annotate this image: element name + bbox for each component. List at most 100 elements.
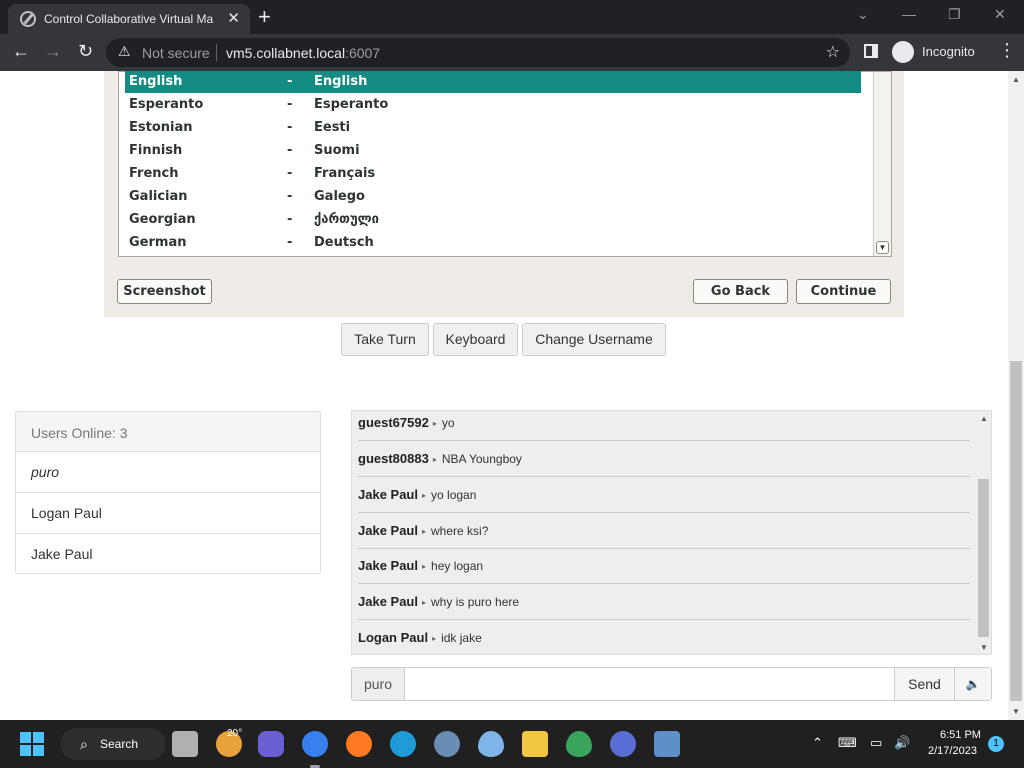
volume-icon[interactable]: 🔈 bbox=[954, 668, 991, 700]
notification-badge[interactable]: 1 bbox=[988, 736, 1004, 752]
task-view-icon[interactable] bbox=[172, 731, 198, 757]
edge-icon[interactable] bbox=[390, 731, 416, 757]
search-label: Search bbox=[100, 737, 139, 751]
language-name: Estonian bbox=[129, 120, 193, 135]
url-text[interactable]: vm5.collabnet.local:6007 bbox=[226, 45, 380, 61]
users-online-header: Users Online: 3 bbox=[16, 412, 320, 452]
reload-icon[interactable]: ↻ bbox=[78, 41, 93, 62]
scroll-down-icon[interactable]: ▼ bbox=[876, 241, 889, 254]
tab-search-icon[interactable]: ⌄ bbox=[857, 6, 869, 23]
chat-scrollbar-thumb[interactable] bbox=[978, 479, 989, 637]
language-dash: - bbox=[287, 97, 293, 112]
url-host: vm5.collabnet.local bbox=[226, 45, 346, 61]
volume-tray-icon[interactable]: 🔊 bbox=[894, 735, 910, 751]
language-dash: - bbox=[287, 189, 293, 204]
language-native: Deutsch bbox=[314, 235, 374, 250]
take-turn-button[interactable]: Take Turn bbox=[341, 323, 429, 356]
language-name: Georgian bbox=[129, 212, 196, 227]
screenshot-button[interactable]: Screenshot bbox=[117, 279, 212, 304]
chat-text: yo bbox=[441, 416, 455, 430]
browser-toolbar: ← → ↻ ⚠ Not secure vm5.collabnet.local:6… bbox=[0, 34, 1024, 71]
bookmark-star-icon[interactable]: ☆ bbox=[826, 42, 840, 62]
chat-message: Logan Paul ▸ idk jake bbox=[358, 620, 970, 654]
scroll-up-icon[interactable]: ▲ bbox=[980, 414, 988, 423]
gear-app-icon[interactable] bbox=[610, 731, 636, 757]
chat-message-input[interactable] bbox=[406, 668, 894, 700]
settings-gear-icon[interactable] bbox=[434, 731, 460, 757]
language-name: Galician bbox=[129, 189, 188, 204]
keyboard-icon[interactable]: ⌨ bbox=[838, 735, 857, 751]
chat-log[interactable]: guest67592 ▸ yo guest80883 ▸ NBA Youngboy Ja… bbox=[351, 410, 992, 655]
chat-scrollbar[interactable]: ▲ ▼ bbox=[976, 411, 991, 654]
caret-right-icon: ▸ bbox=[432, 419, 437, 428]
chat-text: why is puro here bbox=[431, 595, 520, 609]
new-tab-icon[interactable]: + bbox=[258, 4, 271, 30]
forward-icon[interactable]: → bbox=[44, 41, 62, 62]
not-secure-label[interactable]: Not secure bbox=[142, 45, 210, 61]
monitor-app-icon[interactable] bbox=[654, 731, 680, 757]
chat-username: Logan Paul bbox=[358, 630, 429, 645]
search-icon: ⌕ bbox=[80, 736, 88, 752]
chat-message: Jake Paul ▸ hey logan bbox=[358, 548, 970, 584]
language-dash: - bbox=[287, 120, 293, 135]
scroll-down-icon[interactable]: ▼ bbox=[1012, 707, 1020, 716]
chevron-up-icon[interactable]: ⌃ bbox=[812, 735, 823, 751]
windows-taskbar: ⌕ Search 20° ⌃ ⌨ ▭ 🔊 6:51 PM 2/17/2023 1 bbox=[0, 720, 1024, 768]
scroll-down-icon[interactable]: ▼ bbox=[980, 643, 988, 652]
green-drop-icon[interactable] bbox=[566, 731, 592, 757]
go-back-button[interactable]: Go Back bbox=[693, 279, 788, 304]
url-port: :6007 bbox=[345, 45, 381, 61]
page-scrollbar-thumb[interactable] bbox=[1010, 361, 1022, 701]
incognito-icon[interactable] bbox=[892, 41, 914, 63]
chat-message: Jake Paul ▸ yo logan bbox=[358, 477, 970, 513]
browser-tab[interactable]: Control Collaborative Virtual Ma ✕ bbox=[8, 4, 250, 34]
chrome-icon[interactable] bbox=[302, 731, 328, 757]
language-row[interactable]: German - Deutsch bbox=[125, 232, 861, 254]
clock-date[interactable]: 2/17/2023 bbox=[928, 745, 977, 757]
users-online-panel: Users Online: 3 puro Logan Paul Jake Pau… bbox=[15, 411, 321, 574]
language-row[interactable]: English - English bbox=[125, 71, 861, 93]
language-row[interactable]: Finnish - Suomi bbox=[125, 140, 861, 162]
network-icon[interactable]: ▭ bbox=[870, 735, 882, 751]
language-row[interactable]: Galician - Galego bbox=[125, 186, 861, 208]
browser-chrome: Control Collaborative Virtual Ma ✕ + ⌄ —… bbox=[0, 0, 1024, 71]
language-dash: - bbox=[287, 166, 293, 181]
language-name: Finnish bbox=[129, 143, 183, 158]
close-tab-icon[interactable]: ✕ bbox=[227, 9, 240, 27]
change-username-button[interactable]: Change Username bbox=[522, 323, 666, 356]
language-row[interactable]: Esperanto - Esperanto bbox=[125, 94, 861, 116]
chat-username: Jake Paul bbox=[358, 558, 418, 573]
vm-screen[interactable]: English - English Esperanto - Esperanto … bbox=[104, 71, 904, 317]
close-window-icon[interactable]: ✕ bbox=[994, 6, 1006, 23]
language-name: Esperanto bbox=[129, 97, 204, 112]
chat-app-icon[interactable] bbox=[258, 731, 284, 757]
language-list-scrollbar[interactable]: ▼ bbox=[873, 72, 891, 256]
send-button[interactable]: Send bbox=[894, 668, 954, 700]
chat-username: guest67592 bbox=[358, 415, 429, 430]
continue-button[interactable]: Continue bbox=[796, 279, 891, 304]
language-row[interactable]: Estonian - Eesti bbox=[125, 117, 861, 139]
address-bar[interactable]: ⚠ Not secure vm5.collabnet.local:6007 ☆ bbox=[106, 38, 850, 67]
incognito-label[interactable]: Incognito bbox=[922, 44, 975, 59]
start-icon[interactable] bbox=[20, 732, 44, 756]
clock-time[interactable]: 6:51 PM bbox=[940, 729, 981, 741]
globe-icon bbox=[20, 11, 36, 27]
drop-icon[interactable] bbox=[478, 731, 504, 757]
page-scrollbar[interactable]: ▲ ▼ bbox=[1008, 71, 1024, 720]
language-row[interactable]: French - Français bbox=[125, 163, 861, 185]
language-list[interactable]: English - English Esperanto - Esperanto … bbox=[118, 71, 892, 257]
taskbar-search[interactable]: ⌕ Search bbox=[60, 728, 166, 760]
restore-icon[interactable]: ❐ bbox=[948, 6, 961, 23]
browser-menu-icon[interactable]: ⋮ bbox=[998, 40, 1016, 61]
scroll-up-icon[interactable]: ▲ bbox=[1012, 75, 1020, 84]
back-icon[interactable]: ← bbox=[12, 41, 30, 62]
firefox-icon[interactable] bbox=[346, 731, 372, 757]
caret-right-icon: ▸ bbox=[422, 527, 427, 536]
language-row[interactable]: Georgian - ქართული bbox=[125, 209, 861, 231]
user-list-item: Logan Paul bbox=[16, 493, 320, 534]
file-explorer-icon[interactable] bbox=[522, 731, 548, 757]
side-panel-icon[interactable] bbox=[864, 44, 878, 58]
warning-icon[interactable]: ⚠ bbox=[118, 43, 131, 60]
minimize-icon[interactable]: — bbox=[902, 6, 916, 22]
keyboard-button[interactable]: Keyboard bbox=[433, 323, 518, 356]
